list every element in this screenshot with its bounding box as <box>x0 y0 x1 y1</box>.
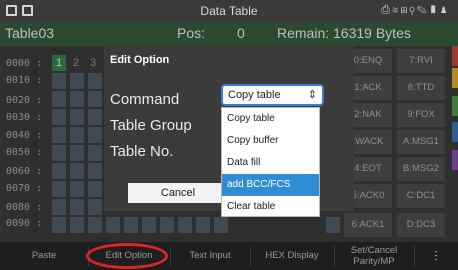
grid-cell[interactable] <box>52 181 66 197</box>
grid-cell[interactable] <box>70 73 84 89</box>
option-add-bcc-fcs[interactable]: add BCC/FCS <box>222 174 319 196</box>
ctrl-button[interactable]: C:DC1 <box>397 184 445 208</box>
option-copy-buffer[interactable]: Copy buffer <box>222 130 319 152</box>
color-strip <box>452 122 458 142</box>
grid-cell[interactable] <box>52 109 66 125</box>
option-clear-table[interactable]: Clear table <box>222 196 319 218</box>
grid-cell[interactable] <box>88 109 102 125</box>
option-data-fill[interactable]: Data fill <box>222 152 319 174</box>
grid-cell[interactable] <box>124 217 138 233</box>
pos-label: Pos: <box>177 25 206 41</box>
ctrl-button[interactable]: B:MSG2 <box>397 157 445 181</box>
text-input-button[interactable]: Text Input <box>170 242 250 270</box>
grid-cell[interactable] <box>52 217 66 233</box>
command-select[interactable]: Copy table ⇕ <box>221 84 324 106</box>
grid-cell[interactable] <box>88 127 102 143</box>
ctrl-button[interactable]: 9:FOX <box>397 103 445 127</box>
grid-cell[interactable] <box>70 145 84 161</box>
pos-value: 0 <box>237 25 245 41</box>
command-select-value: Copy table <box>228 89 281 101</box>
grid-cell[interactable] <box>70 199 84 215</box>
grid-cell[interactable] <box>52 91 66 107</box>
row-label: 0060 : <box>6 166 43 177</box>
grid-cell[interactable] <box>52 73 66 89</box>
highlight-ring <box>86 243 168 269</box>
color-strip <box>452 68 458 88</box>
ctrl-button[interactable]: 8:TTD <box>397 76 445 100</box>
usb-icon: ⚲ <box>409 4 417 16</box>
grid-cell[interactable] <box>88 163 102 179</box>
grid-cell[interactable] <box>70 217 84 233</box>
remain-bytes: Remain: 16319 Bytes <box>277 25 411 41</box>
table-no-label: Table No. <box>110 143 174 160</box>
grid-cell[interactable] <box>326 217 340 233</box>
grid-cell[interactable] <box>70 109 84 125</box>
bottom-toolbar: Paste Edit Option Text Input HEX Display… <box>0 242 458 270</box>
ctrl-button[interactable]: A:MSG1 <box>397 130 445 154</box>
ctrl-button[interactable]: 7:RVI <box>397 49 445 73</box>
grid-cell[interactable] <box>70 181 84 197</box>
grid-cell[interactable]: 3 <box>90 57 96 69</box>
row-label: 0010 : <box>6 75 43 86</box>
color-strip <box>452 96 458 116</box>
printer-icon: ⎙ <box>381 4 393 16</box>
set-cancel-line1: Set/Cancel <box>350 245 398 256</box>
row-label: 0040 : <box>6 130 43 141</box>
dialog-title: Edit Option <box>110 54 170 66</box>
ctrl-button[interactable]: D:DC3 <box>397 213 445 237</box>
set-cancel-parity-button[interactable]: Set/Cancel Parity/MP <box>334 242 414 270</box>
row-label: 0070 : <box>6 183 43 194</box>
grid-cell[interactable] <box>214 217 228 233</box>
grid-cell[interactable] <box>88 181 102 197</box>
grid-cell[interactable] <box>70 127 84 143</box>
grid-cell[interactable] <box>196 217 210 233</box>
color-strip <box>452 150 458 170</box>
grid-cell[interactable] <box>142 217 156 233</box>
grid-cell[interactable] <box>52 145 66 161</box>
table-group-label: Table Group <box>110 117 192 134</box>
grid-cell[interactable] <box>106 217 120 233</box>
grid-cell[interactable] <box>88 217 102 233</box>
command-label: Command <box>110 91 180 108</box>
row-label: 0050 : <box>6 147 43 158</box>
cancel-button[interactable]: Cancel <box>128 183 228 203</box>
hex-display-button[interactable]: HEX Display <box>250 242 334 270</box>
table-name: Table03 <box>5 25 55 41</box>
grid-cell[interactable] <box>88 199 102 215</box>
row-label: 0000 : <box>6 58 43 69</box>
grid-cell[interactable] <box>178 217 192 233</box>
row-label: 0020 : <box>6 95 43 106</box>
grid-cell[interactable] <box>88 73 102 89</box>
paste-button[interactable]: Paste <box>0 242 88 270</box>
grid-cell[interactable]: 1 <box>52 55 66 71</box>
grid-cell[interactable] <box>88 145 102 161</box>
grid-cell[interactable] <box>88 91 102 107</box>
system-icons: ⎙≋⊞⚲✎▮♟ <box>381 4 450 17</box>
table-header: Table03 Pos: 0 Remain: 16319 Bytes <box>0 22 458 46</box>
grid-cell[interactable] <box>70 91 84 107</box>
command-dropdown: Copy table Copy buffer Data fill add BCC… <box>221 107 320 217</box>
set-cancel-line2: Parity/MP <box>353 256 395 267</box>
color-strip <box>452 46 458 66</box>
grid-cell[interactable] <box>52 127 66 143</box>
battery-icon: ▮ <box>428 4 440 16</box>
user-icon: ♟ <box>439 4 450 16</box>
tool-icon: ✎ <box>416 4 429 16</box>
row-label: 0080 : <box>6 202 43 213</box>
option-copy-table[interactable]: Copy table <box>222 108 319 130</box>
grid-cell[interactable] <box>52 199 66 215</box>
ctrl-button[interactable]: 6:ACK1 <box>344 213 392 237</box>
grid-cell[interactable] <box>70 163 84 179</box>
grid-cell[interactable] <box>52 163 66 179</box>
grid-cell[interactable] <box>160 217 174 233</box>
row-label: 0090 : <box>6 218 43 229</box>
grid-cell[interactable]: 2 <box>73 57 79 69</box>
row-label: 0030 : <box>6 112 43 123</box>
chevron-updown-icon: ⇕ <box>307 89 317 101</box>
menu-icon[interactable]: ⫶ <box>414 242 458 270</box>
status-bar: Data Table ⎙≋⊞⚲✎▮♟ <box>0 0 458 22</box>
network-icon: ⊞ <box>400 4 410 16</box>
